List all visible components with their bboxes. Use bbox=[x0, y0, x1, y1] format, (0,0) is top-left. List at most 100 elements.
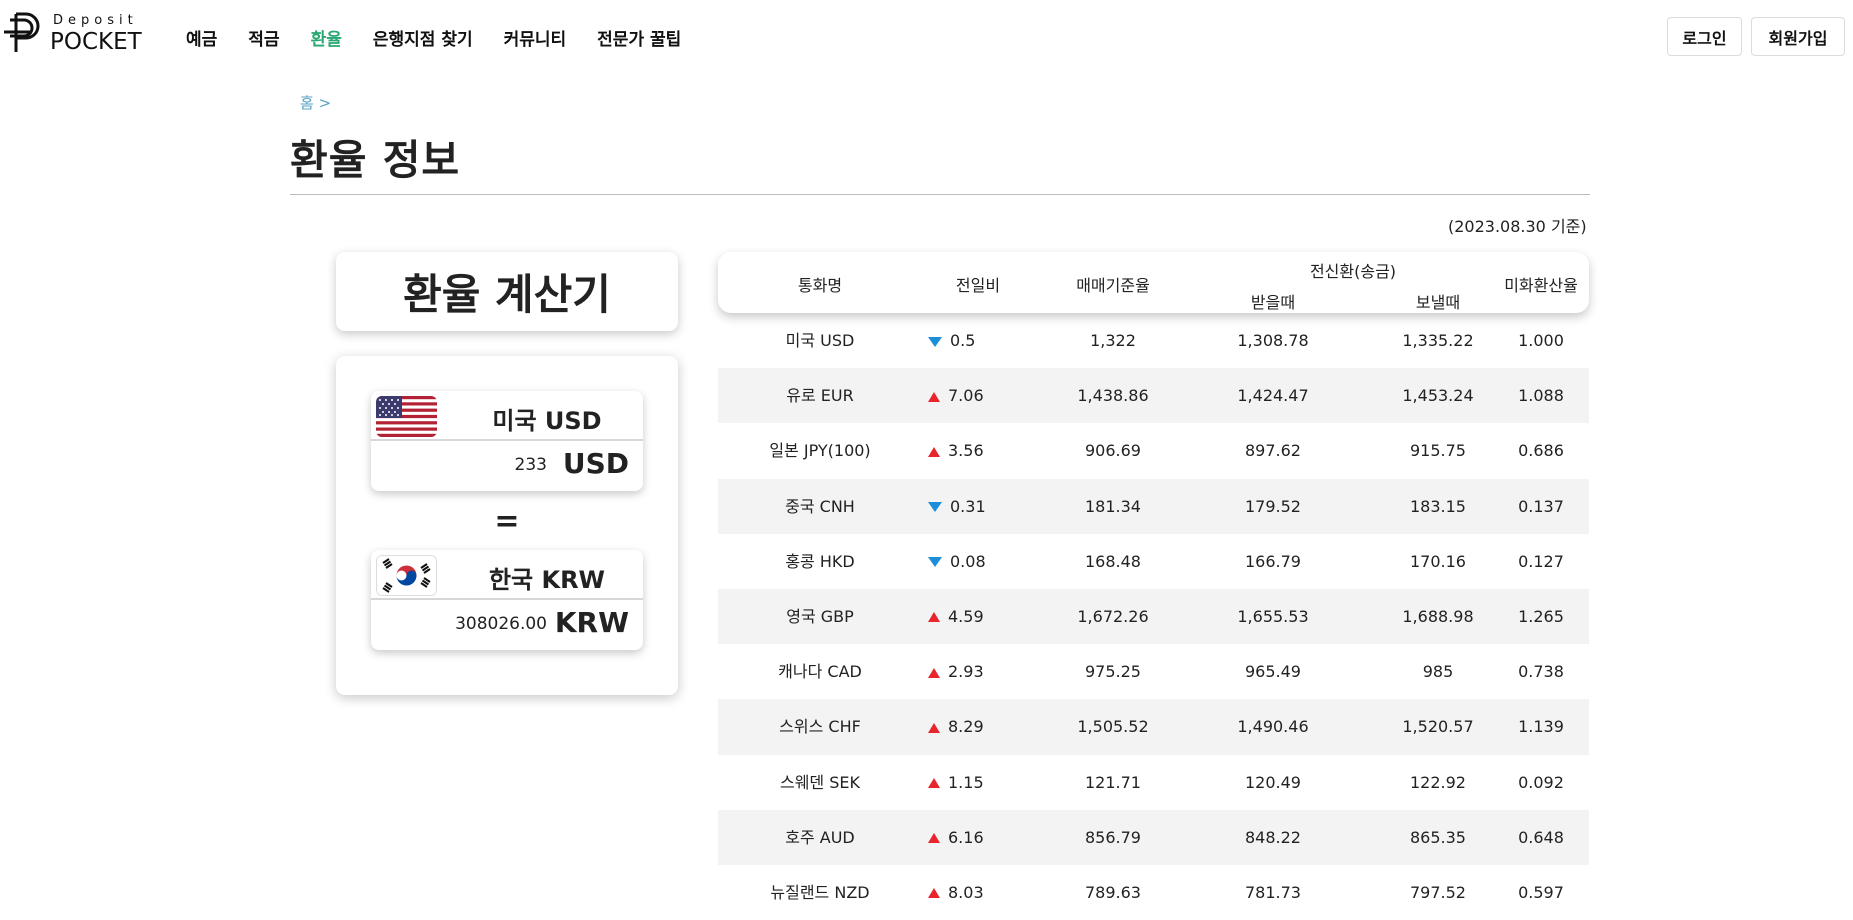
up-arrow-icon bbox=[928, 612, 940, 623]
currency-name: 캐나다 CAD bbox=[778, 662, 862, 682]
kr-flag-icon bbox=[376, 555, 437, 596]
breadcrumb[interactable]: 홈 > bbox=[300, 92, 331, 113]
us-flag-icon bbox=[376, 396, 437, 437]
from-amount-input[interactable]: 233 bbox=[515, 455, 547, 475]
calculator-panel: 미국 USD 233 USD = 한국 KRW 308026.00 KRW bbox=[336, 356, 678, 695]
currency-name: 홍콩 HKD bbox=[785, 551, 855, 571]
from-currency-unit: USD bbox=[562, 447, 629, 480]
table-row: 뉴질랜드 NZD 8.03 789.63 781.73 797.52 0.597 bbox=[718, 865, 1589, 920]
usd-rate: 1.088 bbox=[1518, 386, 1564, 406]
to-currency-header[interactable]: 한국 KRW bbox=[371, 550, 643, 600]
page-title: 환율 정보 bbox=[290, 136, 461, 184]
currency-name: 뉴질랜드 NZD bbox=[770, 882, 870, 902]
nav-item-community[interactable]: 커뮤니티 bbox=[504, 25, 567, 50]
change-cell: 1.15 bbox=[924, 755, 1032, 810]
currency-name: 영국 GBP bbox=[786, 606, 854, 626]
col-change: 전일비 bbox=[955, 276, 1001, 295]
equals-sign: = bbox=[494, 504, 520, 539]
to-currency-name: 한국 KRW bbox=[488, 566, 606, 594]
nav-item-expert-tips[interactable]: 전문가 꿀팁 bbox=[597, 25, 681, 50]
base-rate: 1,438.86 bbox=[1077, 386, 1149, 406]
base-rate: 121.71 bbox=[1085, 772, 1141, 792]
col-currency: 통화명 bbox=[797, 276, 843, 295]
col-wire-group: 전신환(송금) bbox=[1309, 262, 1397, 281]
table-row: 미국 USD 0.5 1,322 1,308.78 1,335.22 1.000 bbox=[718, 313, 1589, 368]
main-nav: 예금 적금 환율 은행지점 찾기 커뮤니티 전문가 꿀팁 bbox=[186, 25, 712, 50]
nav-item-savings[interactable]: 적금 bbox=[248, 25, 279, 50]
logo-text-big: POCKET bbox=[50, 29, 142, 55]
usd-rate: 0.137 bbox=[1518, 496, 1564, 516]
change-cell: 7.06 bbox=[924, 368, 1032, 423]
change-cell: 8.29 bbox=[924, 699, 1032, 754]
down-arrow-icon bbox=[928, 336, 942, 347]
usd-rate: 0.092 bbox=[1518, 772, 1564, 792]
base-rate: 168.48 bbox=[1085, 551, 1141, 571]
table-row: 스위스 CHF 8.29 1,505.52 1,490.46 1,520.57 1.139 bbox=[718, 699, 1589, 755]
up-arrow-icon bbox=[928, 446, 940, 457]
currency-name: 유로 EUR bbox=[786, 386, 854, 406]
change-value: 6.16 bbox=[948, 827, 984, 847]
up-arrow-icon bbox=[928, 667, 940, 678]
to-currency-unit: KRW bbox=[554, 606, 629, 639]
nav-item-deposit[interactable]: 예금 bbox=[186, 25, 217, 50]
base-rate: 906.69 bbox=[1085, 441, 1141, 461]
usd-rate: 0.738 bbox=[1518, 662, 1564, 682]
signup-button[interactable]: 회원가입 bbox=[1751, 17, 1845, 56]
currency-name: 일본 JPY(100) bbox=[769, 441, 871, 461]
from-currency-header[interactable]: 미국 USD bbox=[371, 391, 643, 441]
from-currency-name: 미국 USD bbox=[492, 407, 602, 435]
usd-rate: 0.597 bbox=[1518, 882, 1564, 902]
login-button[interactable]: 로그인 bbox=[1667, 17, 1742, 56]
usd-rate: 1.139 bbox=[1518, 717, 1564, 737]
up-arrow-icon bbox=[928, 888, 940, 899]
change-value: 0.08 bbox=[950, 551, 986, 571]
logo-text-small: Deposit bbox=[53, 13, 138, 28]
down-arrow-icon bbox=[928, 502, 942, 513]
from-currency-card[interactable]: 미국 USD 233 USD bbox=[371, 391, 643, 491]
change-cell: 0.31 bbox=[924, 479, 1032, 534]
brand-logo[interactable]: Deposit POCKET bbox=[2, 10, 142, 56]
change-cell: 3.56 bbox=[924, 423, 1032, 478]
table-row: 캐나다 CAD 2.93 975.25 965.49 985 0.738 bbox=[718, 644, 1589, 699]
usd-rate: 0.648 bbox=[1518, 827, 1564, 847]
top-navigation-bar: Deposit POCKET 예금 적금 환율 은행지점 찾기 커뮤니티 전문가… bbox=[0, 0, 1853, 64]
calculator-title: 환율 계산기 bbox=[336, 252, 678, 331]
table-row: 일본 JPY(100) 3.56 906.69 897.62 915.75 0.686 bbox=[718, 423, 1589, 478]
to-currency-card[interactable]: 한국 KRW 308026.00 KRW bbox=[371, 550, 643, 650]
change-value: 8.03 bbox=[948, 882, 984, 902]
nav-item-exchange[interactable]: 환율 bbox=[311, 25, 342, 50]
up-arrow-icon bbox=[928, 722, 940, 733]
change-value: 0.5 bbox=[950, 331, 976, 350]
change-value: 3.56 bbox=[948, 441, 984, 461]
col-usd-rate: 미화환산율 bbox=[1504, 276, 1578, 295]
table-row: 영국 GBP 4.59 1,672.26 1,655.53 1,688.98 1.265 bbox=[718, 588, 1589, 645]
change-value: 8.29 bbox=[948, 717, 984, 737]
nav-item-branch-finder[interactable]: 은행지점 찾기 bbox=[373, 25, 473, 50]
base-rate: 1,672.26 bbox=[1077, 606, 1149, 626]
usd-rate: 0.686 bbox=[1518, 441, 1564, 461]
basis-date: (2023.08.30 기준) bbox=[1448, 217, 1587, 236]
rate-table-header: 통화명 전일비 매매기준율 전신환(송금) 받을때 보낼때 미화환산율 bbox=[718, 252, 1589, 313]
base-rate: 181.34 bbox=[1085, 496, 1141, 516]
rate-table-body: 미국 USD 0.5 1,322 1,308.78 1,335.22 1.000 유로 EU… bbox=[718, 313, 1589, 920]
base-rate: 975.25 bbox=[1085, 662, 1141, 682]
currency-name: 스웨덴 SEK bbox=[779, 772, 860, 792]
logo-mark-icon bbox=[4, 12, 40, 52]
base-rate: 1,322 bbox=[1090, 331, 1136, 350]
up-arrow-icon bbox=[928, 833, 940, 844]
currency-name: 호주 AUD bbox=[785, 827, 855, 847]
usd-rate: 1.265 bbox=[1518, 606, 1564, 626]
change-cell: 8.03 bbox=[924, 865, 1032, 920]
change-value: 4.59 bbox=[948, 606, 984, 626]
usd-rate: 0.127 bbox=[1518, 551, 1564, 571]
to-amount-value: 308026.00 bbox=[455, 614, 547, 634]
base-rate: 789.63 bbox=[1085, 882, 1141, 902]
currency-name: 미국 USD bbox=[785, 331, 855, 350]
usd-rate: 1.000 bbox=[1518, 331, 1564, 350]
title-divider bbox=[290, 194, 1590, 195]
table-row: 유로 EUR 7.06 1,438.86 1,424.47 1,453.24 1.088 bbox=[718, 368, 1589, 424]
change-value: 7.06 bbox=[948, 386, 984, 406]
down-arrow-icon bbox=[928, 557, 942, 568]
up-arrow-icon bbox=[928, 391, 940, 402]
up-arrow-icon bbox=[928, 778, 940, 788]
